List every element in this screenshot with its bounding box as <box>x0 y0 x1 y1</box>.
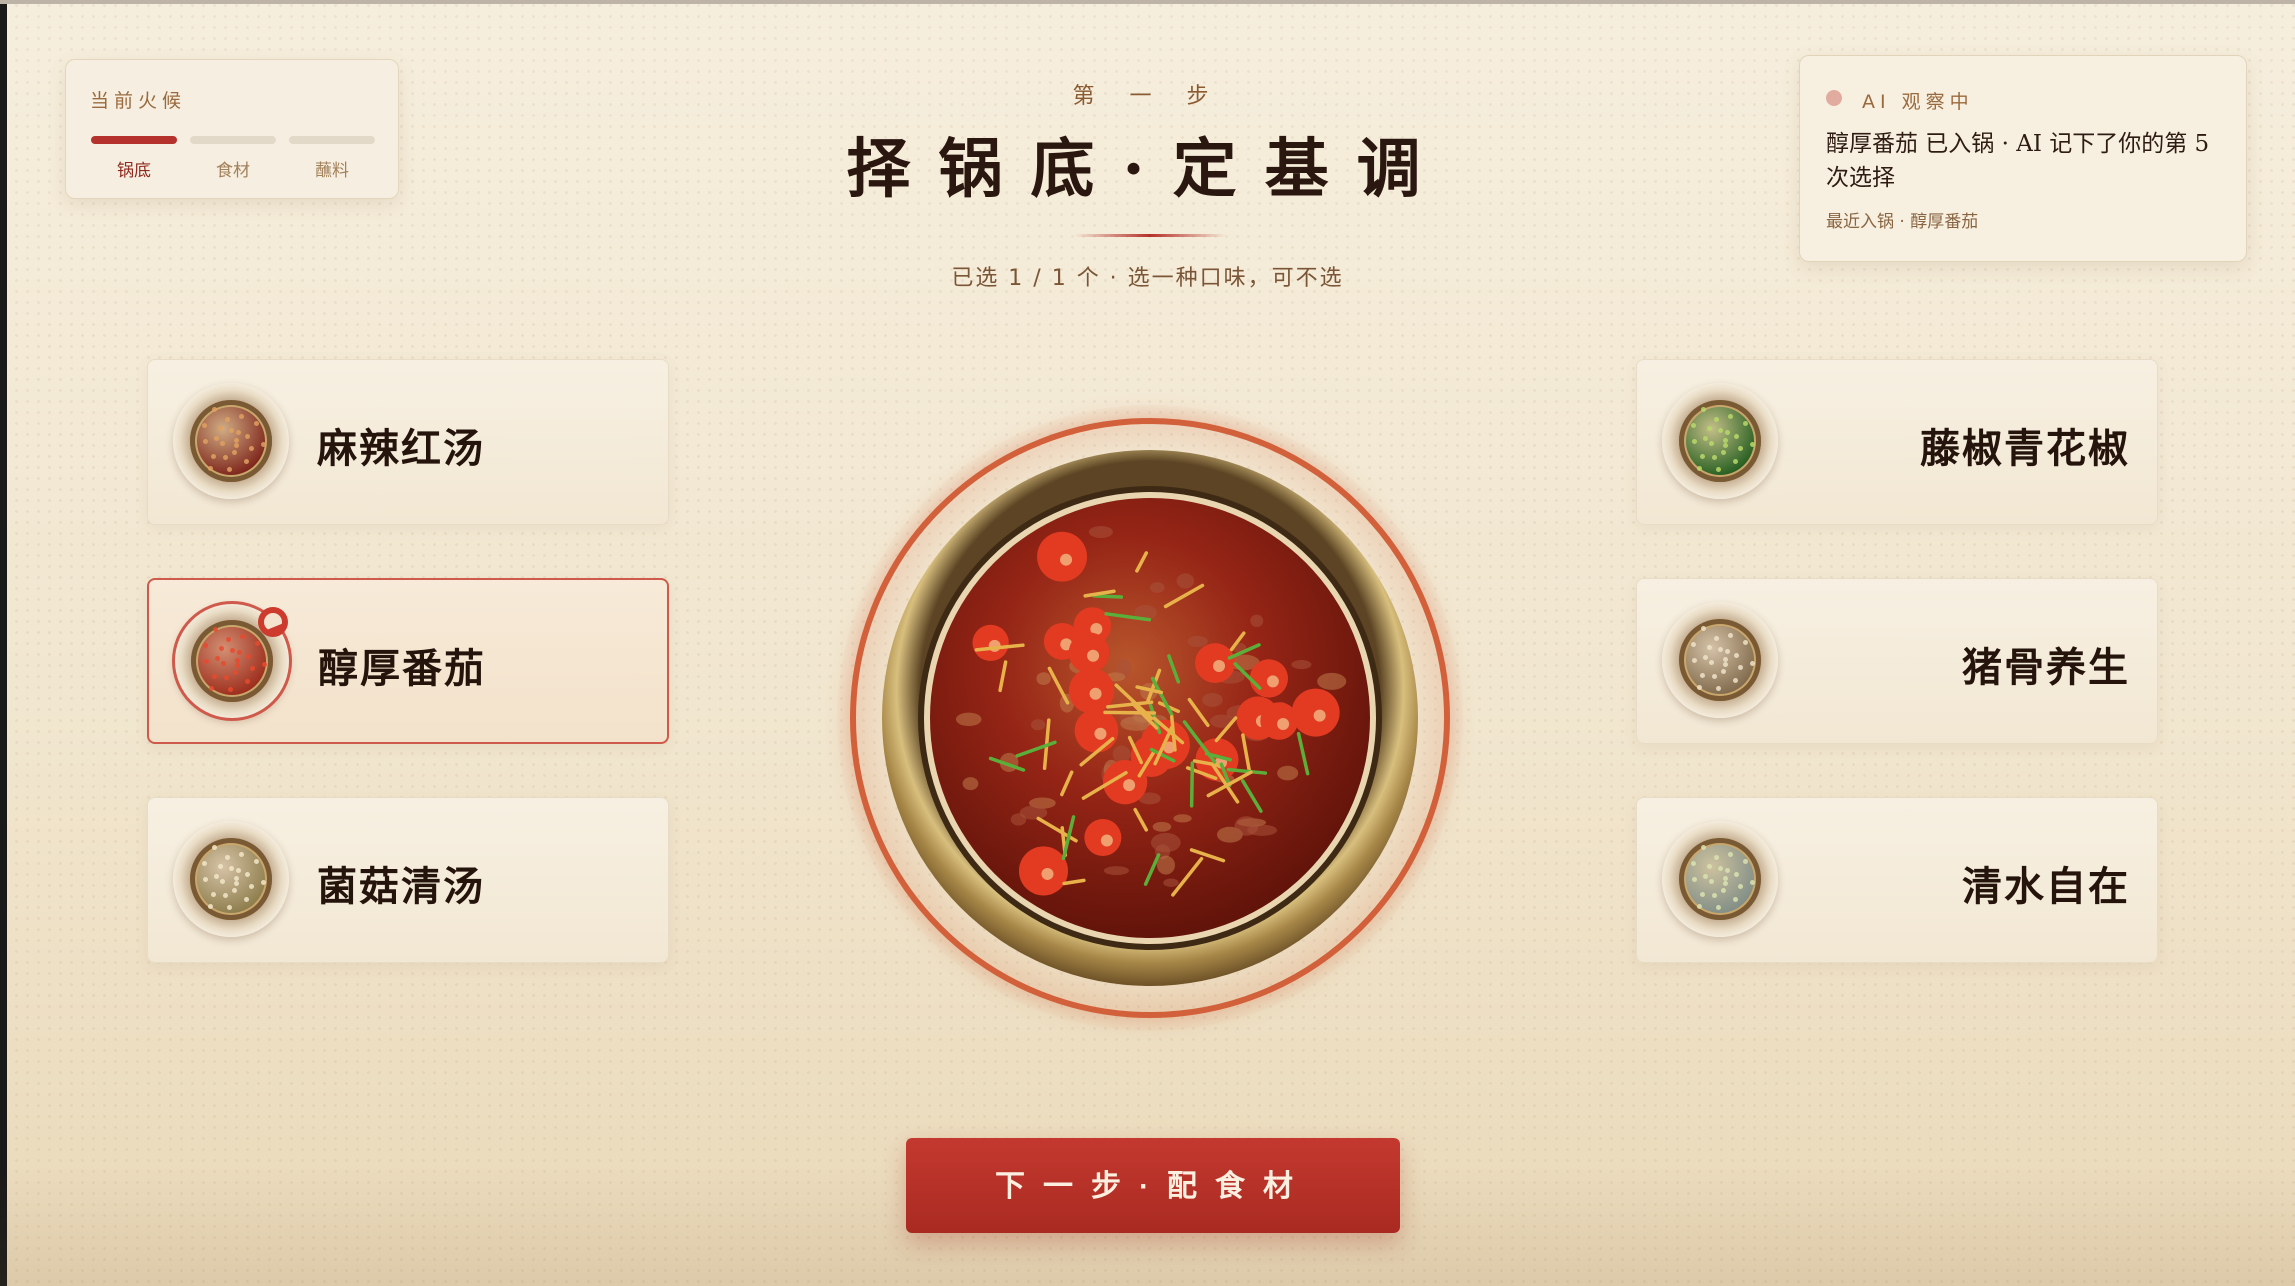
base-option-clear-water[interactable]: 清水自在 <box>1636 797 2158 963</box>
base-option-label: 藤椒青花椒 <box>1920 425 2130 472</box>
ai-status-label: AI 观察中 <box>1862 91 1974 113</box>
selection-hint: 已选 1 / 1 个 · 选一种口味，可不选 <box>951 266 1344 291</box>
base-option-label: 菌菇清汤 <box>317 863 485 910</box>
spicy-red-soup-icon <box>173 383 289 499</box>
window-top-border <box>0 0 2295 4</box>
hotpot-icon <box>882 450 1418 986</box>
base-option-pork-bone[interactable]: 猪骨养生 <box>1636 578 2158 744</box>
green-pepper-soup-icon <box>1662 383 1778 499</box>
mushroom-soup-icon <box>173 821 289 937</box>
pork-bone-soup-icon <box>1662 602 1778 718</box>
ai-status-dot-icon <box>1826 90 1842 106</box>
base-option-mushroom[interactable]: 菌菇清汤 <box>147 797 669 963</box>
base-option-spicy-red[interactable]: 麻辣红汤 <box>147 359 669 525</box>
base-option-label: 清水自在 <box>1962 863 2130 910</box>
ai-recent-selection: 最近入锅 · 醇厚番茄 <box>1826 212 1979 232</box>
clear-water-soup-icon <box>1662 821 1778 937</box>
next-step-button[interactable]: 下一步·配食材 <box>906 1138 1400 1233</box>
base-option-tomato[interactable]: 醇厚番茄 <box>147 578 669 744</box>
ai-message: 醇厚番茄 已入锅 · AI 记下了你的第 5 次选择 <box>1826 131 2210 191</box>
title-divider <box>1074 234 1226 237</box>
base-option-label: 醇厚番茄 <box>318 645 486 692</box>
base-option-green-pepper[interactable]: 藤椒青花椒 <box>1636 359 2158 525</box>
selected-check-icon <box>258 607 288 637</box>
ai-observer-panel: AI 观察中 醇厚番茄 已入锅 · AI 记下了你的第 5 次选择 最近入锅 ·… <box>1799 55 2247 262</box>
base-option-label: 麻辣红汤 <box>317 425 485 472</box>
base-option-label: 猪骨养生 <box>1962 644 2130 691</box>
tomato-soup-icon <box>172 601 292 721</box>
